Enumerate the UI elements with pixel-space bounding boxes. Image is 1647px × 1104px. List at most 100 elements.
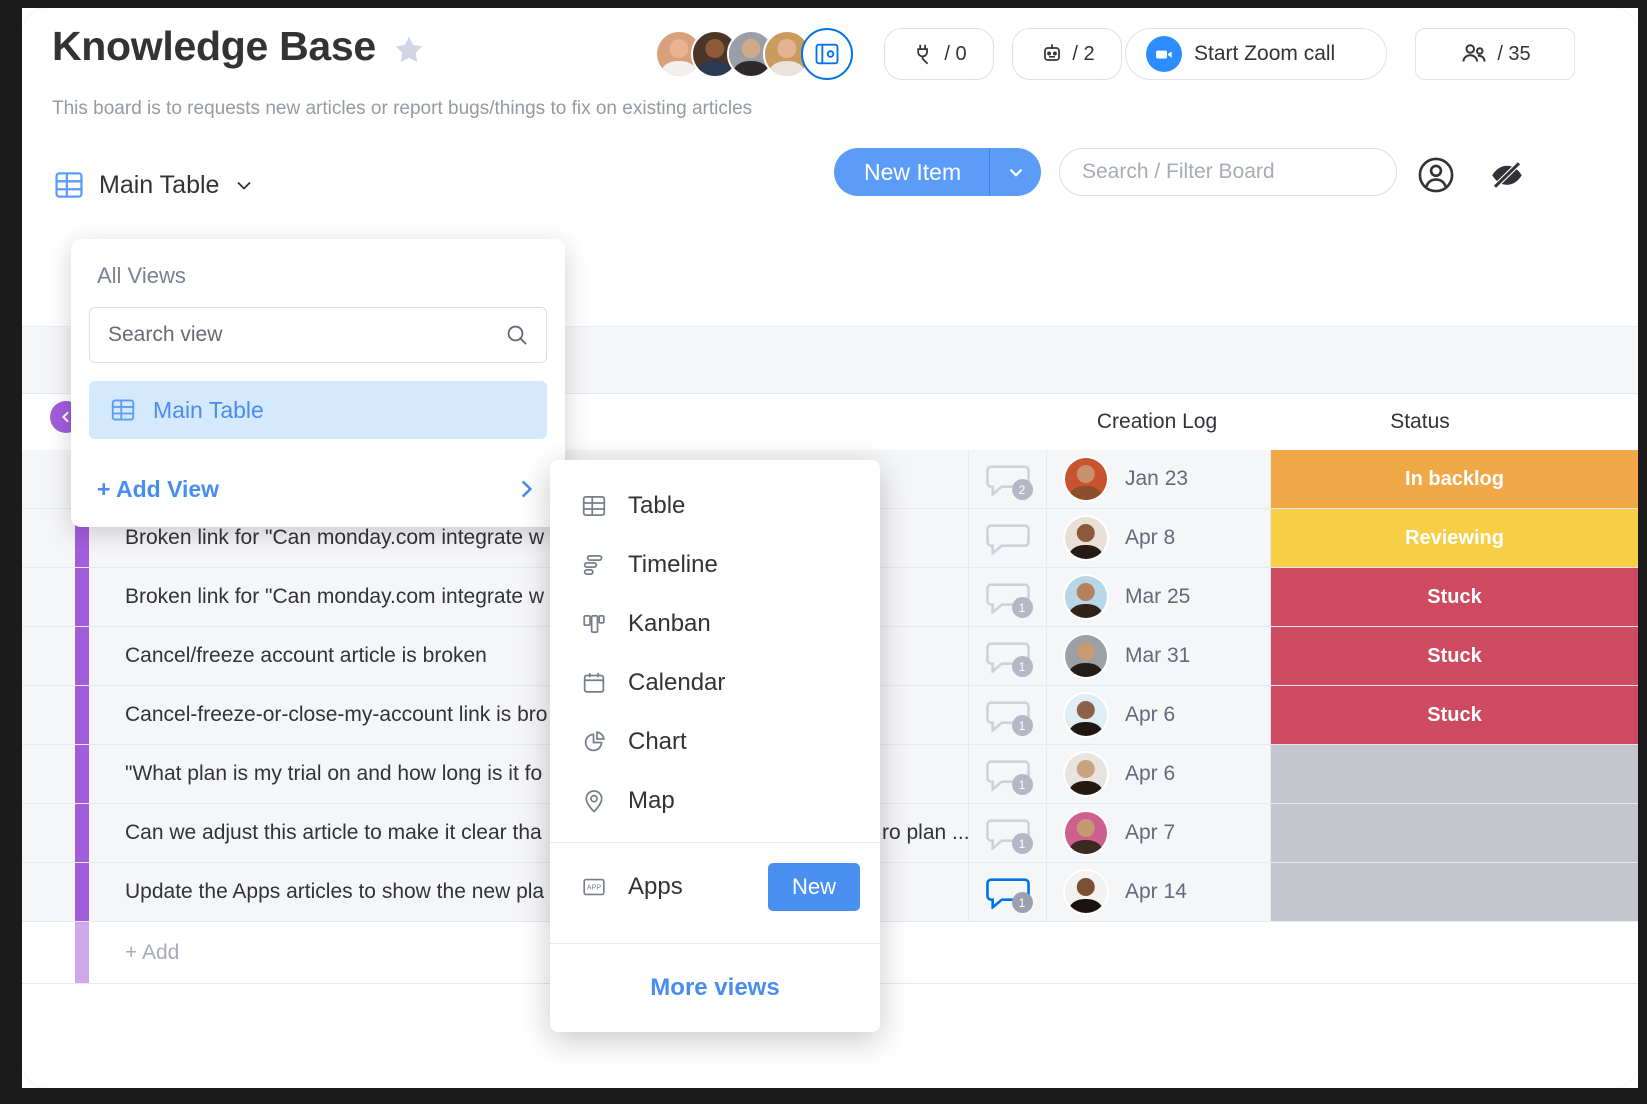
all-views-title: All Views — [97, 263, 186, 288]
status-badge[interactable]: Stuck — [1271, 568, 1638, 626]
table-icon — [111, 399, 135, 421]
comment-bubble-icon: 1 — [985, 698, 1033, 736]
new-item-group[interactable]: New Item — [834, 148, 1042, 196]
more-views-link[interactable]: More views — [550, 944, 880, 1032]
automations-button[interactable]: / 0 — [884, 28, 994, 80]
row-comments-cell[interactable]: 1 — [968, 863, 1046, 921]
new-item-button[interactable]: New Item — [834, 148, 990, 196]
kanban-icon — [583, 614, 605, 633]
view-type-map[interactable]: Map — [550, 771, 880, 830]
row-comments-cell[interactable]: 1 — [968, 804, 1046, 862]
board-header: Knowledge Base This board is to requests… — [22, 8, 1638, 150]
comment-bubble-icon: 1 — [985, 757, 1033, 795]
search-filter-board[interactable] — [1059, 148, 1397, 196]
hide-columns-icon[interactable] — [1487, 158, 1527, 192]
add-view-button[interactable]: + Add View — [71, 469, 565, 509]
view-search-field[interactable] — [89, 307, 547, 363]
comment-bubble-icon: 1 — [985, 816, 1033, 854]
video-camera-icon — [1146, 36, 1182, 72]
comment-bubble-icon — [985, 521, 1031, 555]
screenshot-root: Knowledge Base This board is to requests… — [0, 0, 1647, 1104]
status-badge[interactable]: Stuck — [1271, 627, 1638, 685]
comment-bubble-icon: 1 — [985, 639, 1033, 677]
star-icon[interactable] — [392, 33, 426, 67]
board-window: Knowledge Base This board is to requests… — [22, 8, 1638, 1088]
status-badge[interactable] — [1271, 804, 1638, 862]
apps-new-button[interactable]: New — [767, 863, 860, 911]
view-switcher[interactable]: Main Table — [52, 168, 256, 202]
comment-bubble-icon: 1 — [985, 580, 1033, 618]
status-label: Reviewing — [1405, 526, 1504, 549]
column-header-status[interactable]: Status — [1270, 410, 1570, 434]
table-icon — [55, 172, 83, 198]
row-creation-log-cell[interactable]: Apr 14 — [1046, 863, 1271, 921]
view-type-table[interactable]: Table — [550, 476, 880, 535]
row-creation-log-cell[interactable]: Apr 8 — [1046, 509, 1271, 567]
person-filter-icon[interactable] — [1415, 154, 1457, 196]
table-icon — [582, 495, 606, 516]
view-type-label: Chart — [628, 727, 687, 755]
status-label: Stuck — [1427, 703, 1482, 726]
add-item-label: + Add — [125, 940, 180, 964]
new-item-dropdown-button[interactable] — [989, 148, 1042, 196]
window-edge-left — [0, 0, 22, 1104]
creation-date: Mar 25 — [1125, 585, 1191, 608]
status-badge[interactable] — [1271, 745, 1638, 803]
creation-date: Apr 6 — [1125, 762, 1176, 785]
creator-avatar — [1063, 692, 1109, 738]
status-label: In backlog — [1405, 467, 1504, 490]
board-members-avatars[interactable] — [655, 28, 853, 80]
all-views-dropdown: All Views Main Table + Add View — [71, 239, 565, 527]
creation-date: Jan 23 — [1125, 467, 1189, 490]
status-badge[interactable] — [1271, 863, 1638, 921]
integrations-count: / 2 — [1072, 42, 1095, 65]
window-edge-bottom — [0, 1088, 1647, 1104]
group-color-bar — [75, 863, 89, 921]
search-input[interactable] — [1082, 160, 1374, 184]
row-creation-log-cell[interactable]: Apr 7 — [1046, 804, 1271, 862]
group-color-bar — [75, 686, 89, 744]
view-type-apps[interactable]: APP Apps New — [550, 843, 880, 931]
people-count: / 35 — [1497, 42, 1531, 65]
window-edge-top — [0, 0, 1647, 8]
board-presence-icon[interactable] — [801, 28, 853, 80]
comment-count-badge: 1 — [1011, 656, 1033, 677]
row-creation-log-cell[interactable]: Jan 23 — [1046, 450, 1271, 508]
row-comments-cell[interactable]: 1 — [968, 686, 1046, 744]
search-icon — [507, 325, 527, 345]
row-creation-log-cell[interactable]: Mar 25 — [1046, 568, 1271, 626]
map-pin-icon — [585, 789, 603, 813]
view-type-chart[interactable]: Chart — [550, 712, 880, 771]
row-comments-cell[interactable]: 1 — [968, 627, 1046, 685]
status-badge[interactable]: Reviewing — [1271, 509, 1638, 567]
row-creation-log-cell[interactable]: Apr 6 — [1046, 686, 1271, 744]
timeline-icon — [583, 554, 603, 575]
row-creation-log-cell[interactable]: Mar 31 — [1046, 627, 1271, 685]
automations-count: / 0 — [944, 42, 967, 65]
row-comments-cell[interactable]: 1 — [968, 745, 1046, 803]
status-badge[interactable]: In backlog — [1271, 450, 1638, 508]
row-comments-cell[interactable]: 1 — [968, 568, 1046, 626]
comment-bubble-icon: 1 — [985, 875, 1033, 913]
group-color-bar — [75, 745, 89, 803]
start-zoom-call-button[interactable]: Start Zoom call — [1125, 28, 1387, 80]
row-creation-log-cell[interactable]: Apr 6 — [1046, 745, 1271, 803]
row-comments-cell[interactable]: 2 — [968, 450, 1046, 508]
view-type-label: Kanban — [628, 609, 711, 637]
calendar-icon — [583, 672, 605, 693]
comment-count-badge: 1 — [1011, 892, 1033, 913]
row-comments-cell[interactable] — [968, 509, 1046, 567]
status-badge[interactable]: Stuck — [1271, 686, 1638, 744]
creation-date: Apr 6 — [1125, 703, 1176, 726]
creation-date: Apr 8 — [1125, 526, 1176, 549]
board-people-button[interactable]: / 35 — [1415, 28, 1575, 80]
view-type-calendar[interactable]: Calendar — [550, 653, 880, 712]
view-type-timeline[interactable]: Timeline — [550, 535, 880, 594]
sidebar-item-main-table[interactable]: Main Table — [89, 381, 547, 439]
integrations-button[interactable]: / 2 — [1012, 28, 1122, 80]
view-type-kanban[interactable]: Kanban — [550, 594, 880, 653]
creation-date: Mar 31 — [1125, 644, 1191, 667]
column-header-creation-log[interactable]: Creation Log — [1077, 410, 1237, 434]
view-search-input[interactable] — [108, 323, 504, 347]
chevron-right-icon — [521, 480, 533, 498]
